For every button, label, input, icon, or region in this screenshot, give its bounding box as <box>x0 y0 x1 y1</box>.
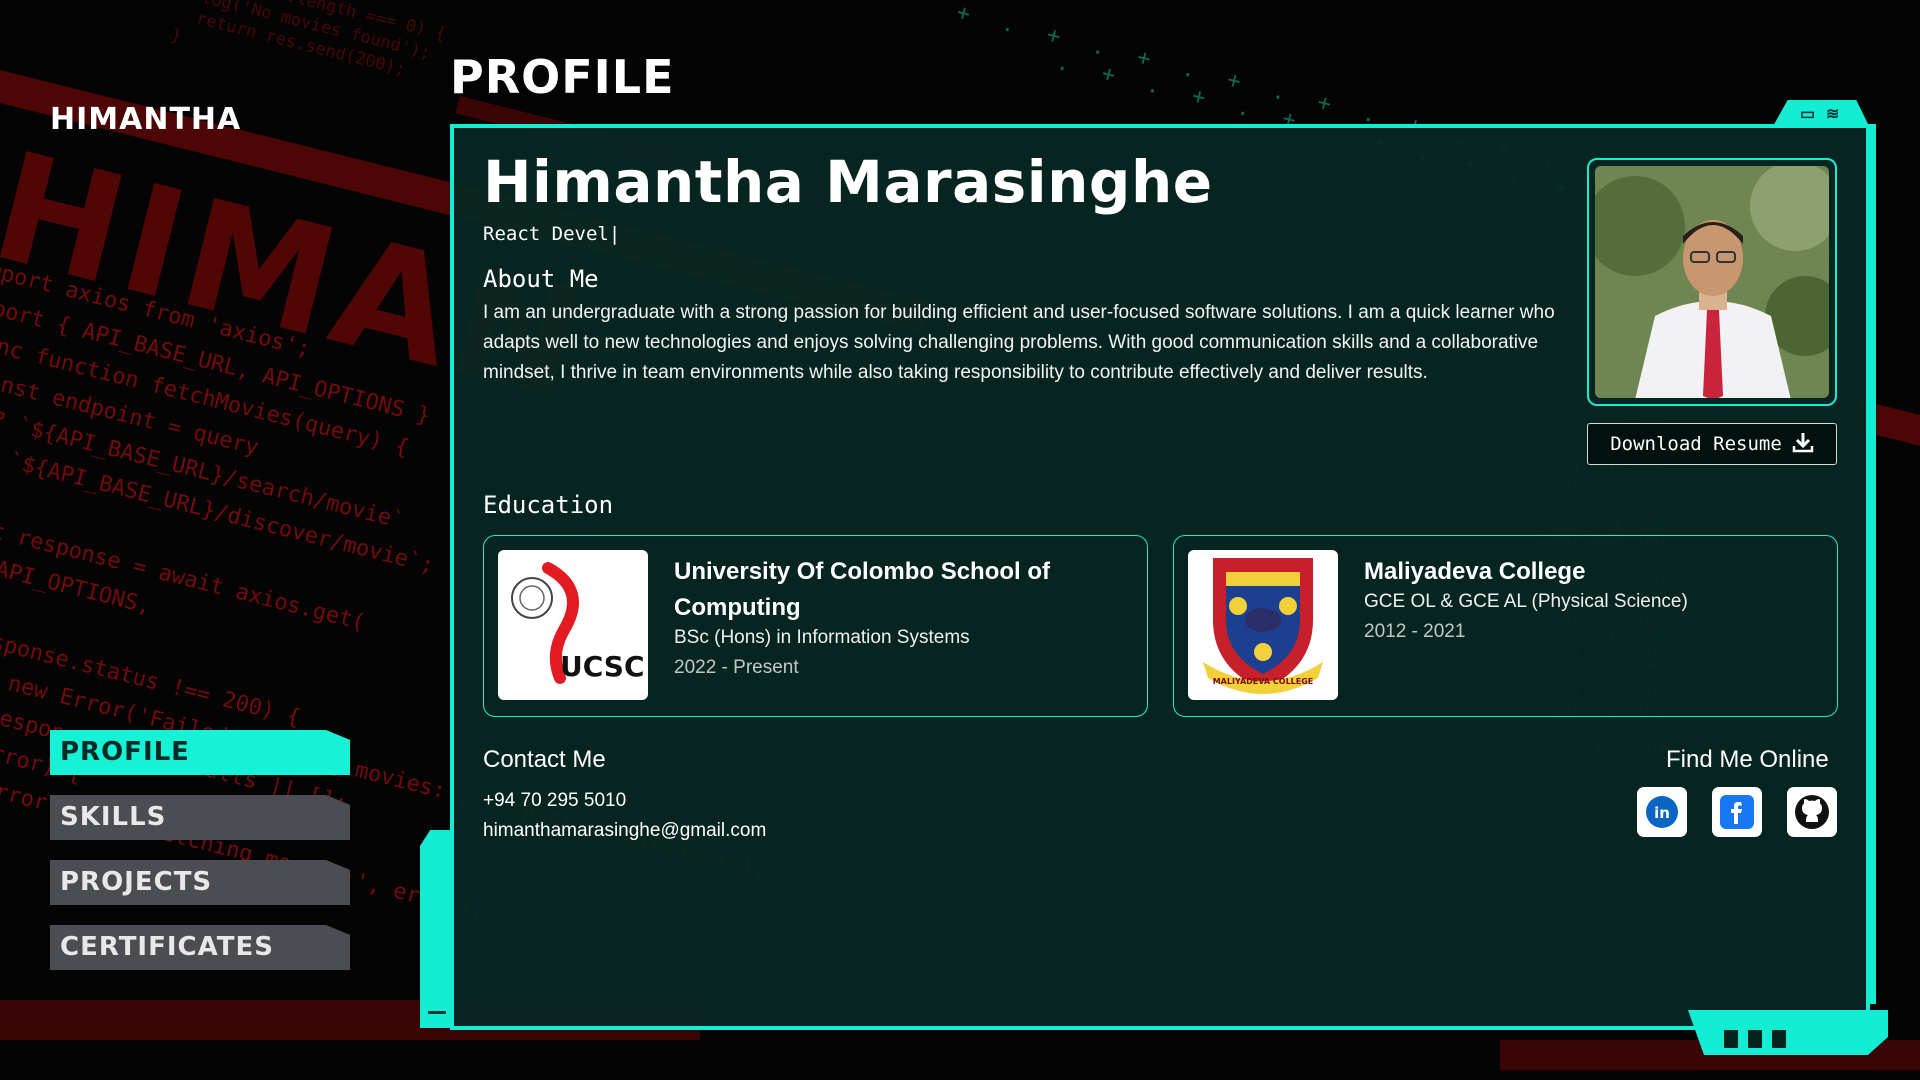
frame-bottom-accent <box>1688 1010 1888 1055</box>
profile-name: Himantha Marasinghe <box>483 148 1213 216</box>
education-years: 2022 - Present <box>674 657 799 678</box>
contact-email[interactable]: himanthamarasinghe@gmail.com <box>483 820 766 842</box>
brand-logo-text[interactable]: HIMANTHA <box>50 102 241 137</box>
maliyadeva-crest-text: MALIYADEVA COLLEGE <box>1213 677 1314 686</box>
education-card: MALIYADEVA COLLEGE Maliyadeva College GC… <box>1173 535 1838 717</box>
wifi-icon: ≋ <box>1826 106 1840 123</box>
profile-role-typed: React Devel| <box>483 223 621 245</box>
bg-code-top: if (movies.length === 0) { log('No movie… <box>168 0 448 81</box>
frame-right-rail <box>1866 124 1876 1004</box>
battery-icon: ▭ <box>1800 106 1816 123</box>
education-years: 2012 - 2021 <box>1364 621 1466 642</box>
education-school: Maliyadeva College <box>1364 558 1586 585</box>
profile-photo-image <box>1595 166 1829 398</box>
about-title: About Me <box>483 265 599 293</box>
download-resume-label: Download Resume <box>1610 433 1782 455</box>
education-title: Education <box>483 491 614 519</box>
linkedin-icon[interactable]: in <box>1637 787 1687 837</box>
side-nav: PROFILE SKILLS PROJECTS CERTIFICATES <box>50 730 350 990</box>
ucsc-logo-text: UCSC <box>560 650 645 683</box>
contact-title: Contact Me <box>483 746 606 773</box>
about-text: I am an undergraduate with a strong pass… <box>483 302 1555 383</box>
ucsc-logo: UCSC <box>498 550 648 700</box>
page-heading: PROFILE <box>450 50 675 104</box>
education-degree: BSc (Hons) in Information Systems <box>674 627 970 648</box>
frame-left-accent <box>420 830 454 1028</box>
nav-item-projects[interactable]: PROJECTS <box>50 860 350 905</box>
contact-phone[interactable]: +94 70 295 5010 <box>483 790 626 812</box>
education-school: University Of Colombo School of Computin… <box>674 558 1051 621</box>
download-resume-button[interactable]: Download Resume <box>1587 423 1837 465</box>
person-portrait <box>1595 166 1829 398</box>
find-me-online-title: Find Me Online <box>1666 746 1829 773</box>
facebook-icon[interactable] <box>1712 787 1762 837</box>
github-icon[interactable] <box>1787 787 1837 837</box>
education-degree: GCE OL & GCE AL (Physical Science) <box>1364 591 1688 612</box>
nav-item-profile[interactable]: PROFILE <box>50 730 350 775</box>
nav-item-skills[interactable]: SKILLS <box>50 795 350 840</box>
download-icon <box>1792 431 1814 458</box>
profile-photo <box>1587 158 1837 406</box>
maliyadeva-crest: MALIYADEVA COLLEGE <box>1188 550 1338 700</box>
svg-text:in: in <box>1654 804 1670 822</box>
education-card: UCSC University Of Colombo School of Com… <box>483 535 1148 717</box>
frame-status-tab: ▭ ≋ <box>1772 100 1870 128</box>
nav-item-certificates[interactable]: CERTIFICATES <box>50 925 350 970</box>
